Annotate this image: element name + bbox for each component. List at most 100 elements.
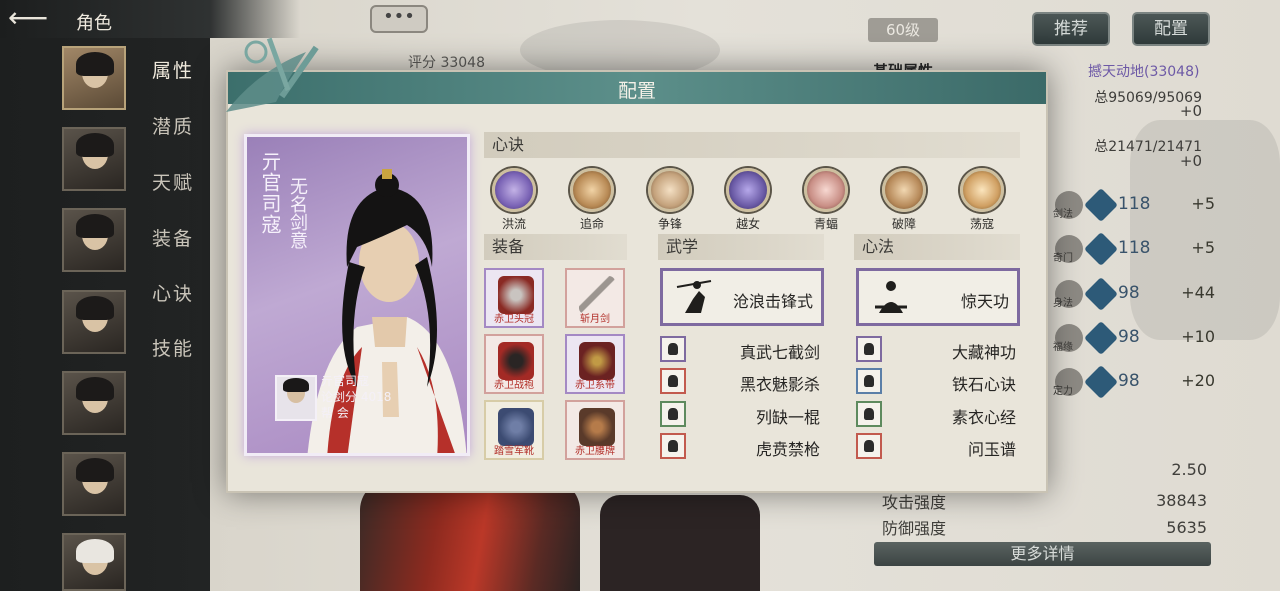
- mind-skill-label: 越女: [735, 217, 760, 231]
- equip-label: 斩月剑: [580, 314, 610, 325]
- flame-icon: [960, 168, 1004, 212]
- attr-row: 奇门 118 +5: [1053, 232, 1215, 266]
- equip-slot[interactable]: 赤卫战袍: [484, 334, 544, 394]
- martial-skill-row[interactable]: 列缺一棍: [660, 401, 820, 429]
- equip-slot[interactable]: 斩月剑: [565, 268, 625, 328]
- attr-name: 定力: [1053, 386, 1073, 397]
- meditation-icon: [856, 401, 882, 427]
- attr-badge-icon: [1084, 188, 1118, 222]
- character-portrait-7[interactable]: [62, 533, 126, 591]
- modal-title: 配置: [617, 80, 656, 102]
- martial-skill-name: 列缺一棍: [755, 408, 820, 427]
- tab-skills[interactable]: 技能: [152, 334, 194, 361]
- attr-row: 福缘 98 +10: [1053, 321, 1215, 355]
- card-avatar: [275, 375, 317, 421]
- bat-icon: [804, 168, 848, 212]
- mental-skill-name: 问玉谱: [967, 440, 1016, 459]
- modal-header: 配置: [228, 72, 1046, 104]
- attr-badge-icon: [1084, 365, 1118, 399]
- character-portrait-5[interactable]: [62, 371, 126, 435]
- martial-main-name: 沧浪击锋式: [732, 292, 813, 311]
- mental-skill-row[interactable]: 素衣心经: [856, 401, 1016, 429]
- mental-section-title: 心法: [854, 234, 1020, 260]
- hp-plus: +0: [1179, 102, 1202, 120]
- martial-figure-icon: [660, 336, 686, 362]
- mind-skill[interactable]: 追命: [566, 168, 618, 232]
- equip-slot[interactable]: 赤卫系带: [565, 334, 625, 394]
- equip-label: 赤卫头冠: [494, 314, 534, 325]
- attr-bonus: +5: [1191, 238, 1215, 257]
- equip-slot[interactable]: 赤卫腰牌: [565, 400, 625, 460]
- character-figure: [360, 480, 580, 591]
- attr-badge-icon: [1084, 232, 1118, 266]
- mind-skill[interactable]: 洪流: [488, 168, 540, 232]
- character-figure-shadow: [600, 495, 760, 591]
- attr-value: 118: [1118, 194, 1151, 214]
- attr-badge-icon: [1084, 321, 1118, 355]
- equip-slot[interactable]: 赤卫头冠: [484, 268, 544, 328]
- config-button[interactable]: 配置: [1132, 12, 1210, 46]
- martial-figure-icon: [660, 401, 686, 427]
- dash-icon: [570, 168, 614, 212]
- mental-skill-row[interactable]: 大藏神功: [856, 336, 1016, 364]
- mind-skill[interactable]: 青蝠: [800, 168, 852, 232]
- defense-value: 5635: [1166, 518, 1207, 537]
- mp-plus: +0: [1179, 152, 1202, 170]
- attack-value: 38843: [1156, 491, 1207, 510]
- equip-label: 赤卫腰牌: [575, 446, 615, 457]
- mind-skill[interactable]: 越女: [722, 168, 774, 232]
- swordsman-icon: [676, 280, 712, 313]
- tab-equipment[interactable]: 装备: [152, 224, 194, 251]
- back-button[interactable]: ⟵: [8, 4, 58, 34]
- equip-slot[interactable]: 踏雪军靴: [484, 400, 544, 460]
- tab-attributes[interactable]: 属性: [152, 56, 194, 83]
- martial-skill-name: 黑衣魅影杀: [739, 375, 820, 394]
- meditation-icon: [856, 433, 882, 459]
- burst-icon: [882, 168, 926, 212]
- character-portrait-3[interactable]: [62, 208, 126, 272]
- card-score-label: 论剑分: [321, 390, 358, 404]
- martial-figure-icon: [660, 433, 686, 459]
- attr-value: 98: [1118, 327, 1140, 347]
- vortex-icon: [492, 168, 536, 212]
- mental-skill-row[interactable]: 问玉谱: [856, 433, 1016, 461]
- mind-skill[interactable]: 破障: [878, 168, 930, 232]
- martial-skill-row[interactable]: 真武七截剑: [660, 336, 820, 364]
- mental-skill-row[interactable]: 铁石心诀: [856, 368, 1016, 396]
- meditating-monk-icon: [875, 281, 907, 313]
- tab-mind[interactable]: 心诀: [152, 279, 194, 306]
- boots-icon: [498, 408, 534, 446]
- chat-button[interactable]: •••: [370, 5, 428, 33]
- tab-potential[interactable]: 潜质: [152, 112, 194, 139]
- swirl-icon: [726, 168, 770, 212]
- martial-skill-row[interactable]: 虎贲禁枪: [660, 433, 820, 461]
- equipment-section-title: 装备: [484, 234, 627, 260]
- attr-name: 福缘: [1053, 342, 1073, 353]
- mind-skill-label: 荡寇: [969, 217, 994, 231]
- mind-skill[interactable]: 荡寇: [956, 168, 1008, 232]
- martial-main-skill[interactable]: 沧浪击锋式: [660, 268, 824, 326]
- character-portrait-6[interactable]: [62, 452, 126, 516]
- martial-skill-row[interactable]: 黑衣魅影杀: [660, 368, 820, 396]
- character-portrait-1[interactable]: [62, 46, 126, 110]
- attr-bonus: +10: [1181, 327, 1215, 346]
- attr-bonus: +20: [1181, 371, 1215, 390]
- mind-skill-label: 破障: [891, 217, 916, 231]
- mind-skill-label: 争锋: [657, 217, 682, 231]
- equip-label: 赤卫战袍: [494, 380, 534, 391]
- tab-talent[interactable]: 天赋: [152, 168, 194, 195]
- recommend-button[interactable]: 推荐: [1032, 12, 1110, 46]
- card-score-value: 4018: [360, 390, 392, 404]
- attr-row: 身法 98 +44: [1053, 277, 1215, 311]
- character-portrait-2[interactable]: [62, 127, 126, 191]
- martial-figure-icon: [660, 368, 686, 394]
- attribute-set-link[interactable]: 撼天动地(33048): [1088, 61, 1199, 81]
- more-details-button[interactable]: 更多详情: [874, 542, 1211, 566]
- mental-main-skill[interactable]: 惊天功: [856, 268, 1020, 326]
- mind-section-title: 心诀: [484, 132, 1020, 158]
- equip-label: 踏雪军靴: [494, 446, 534, 457]
- character-portrait-4[interactable]: [62, 290, 126, 354]
- mental-main-name: 惊天功: [960, 292, 1009, 311]
- card-title-vertical: 无名剑意: [287, 177, 308, 249]
- mind-skill[interactable]: 争锋: [644, 168, 696, 232]
